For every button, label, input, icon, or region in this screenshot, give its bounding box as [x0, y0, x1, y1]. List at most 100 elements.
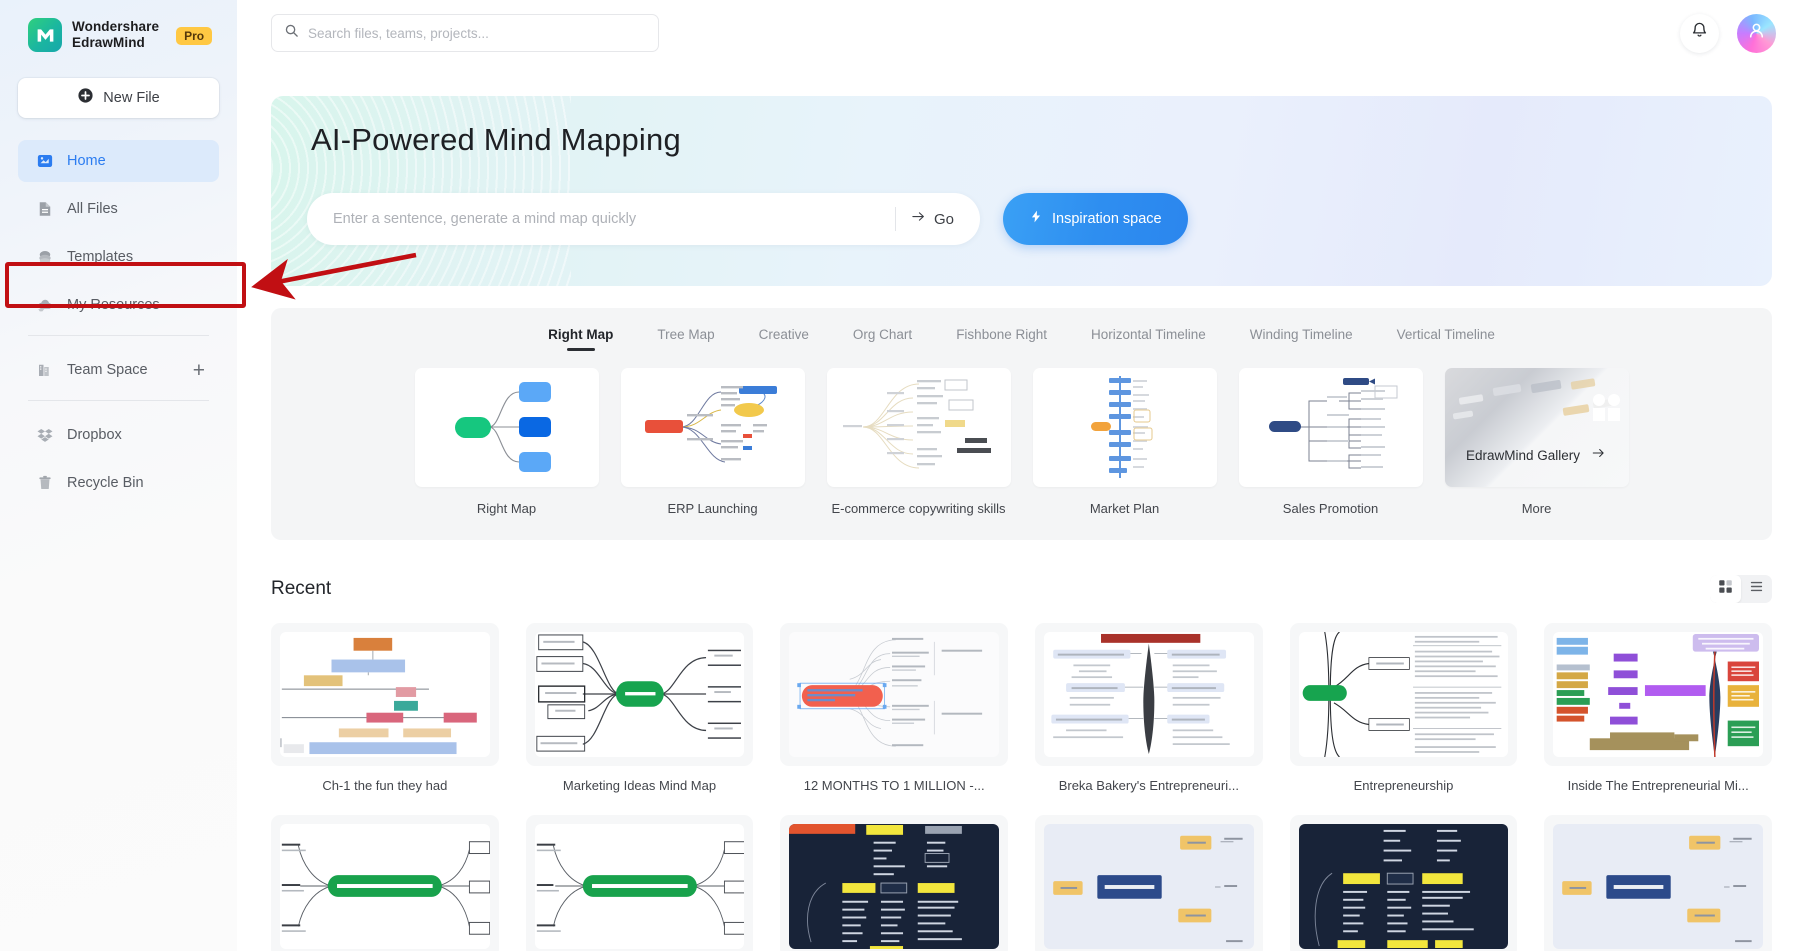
template-tab-winding-timeline[interactable]: Winding Timeline	[1250, 327, 1353, 351]
sidebar-item-templates[interactable]: Templates	[18, 236, 219, 278]
ai-prompt-input[interactable]	[333, 211, 895, 227]
topbar	[237, 0, 1800, 66]
avatar[interactable]	[1737, 13, 1776, 53]
ai-banner-controls: Go Inspiration space	[307, 193, 1188, 245]
template-card-more[interactable]: EdrawMind Gallery More	[1444, 368, 1629, 516]
pro-badge: Pro	[176, 27, 213, 45]
search-input[interactable]	[308, 25, 646, 41]
file-name: Ch-1 the fun they had	[322, 778, 448, 793]
file-name: Breka Bakery's Entrepreneuri...	[1058, 778, 1239, 793]
main-content: AI-Powered Mind Mapping Go	[237, 0, 1800, 951]
mindmap-preview	[280, 632, 490, 757]
grid-view-icon	[1718, 579, 1733, 599]
bell-icon	[1690, 21, 1709, 45]
recent-file-card[interactable]: Inside The Entrepreneurial Mi...	[1544, 623, 1772, 793]
template-card[interactable]: E-commerce copywriting skills	[826, 368, 1011, 516]
template-tab-creative[interactable]: Creative	[759, 327, 809, 351]
brand: Wondershare EdrawMind Pro	[0, 0, 237, 52]
template-tab-right-map[interactable]: Right Map	[548, 327, 613, 351]
sidebar-item-label: Dropbox	[67, 427, 122, 443]
search-icon	[284, 23, 299, 43]
recent-file-card[interactable]: Breka Bakery's Entrepreneuri...	[1035, 623, 1263, 793]
template-thumbnail-gallery: EdrawMind Gallery	[1444, 368, 1629, 487]
notifications-button[interactable]	[1680, 13, 1719, 53]
sidebar-item-home[interactable]: Home	[18, 140, 219, 182]
new-file-container: New File	[0, 52, 237, 118]
file-thumbnail	[271, 815, 499, 951]
sidebar-item-my-resources[interactable]: My Resources	[18, 284, 219, 326]
mindmap-preview	[1044, 824, 1254, 949]
template-card[interactable]: Right Map	[414, 368, 599, 516]
sidebar: Wondershare EdrawMind Pro New File Home …	[0, 0, 237, 951]
add-team-space-button[interactable]: +	[193, 360, 205, 381]
template-card[interactable]: ERP Launching	[620, 368, 805, 516]
inspiration-space-button[interactable]: Inspiration space	[1003, 193, 1188, 245]
sidebar-item-all-files[interactable]: All Files	[18, 188, 219, 230]
trash-icon	[35, 474, 54, 493]
recent-file-card[interactable]	[780, 815, 1008, 951]
recent-file-card[interactable]: Entrepreneurship	[1289, 623, 1518, 793]
template-card[interactable]: Market Plan	[1032, 368, 1217, 516]
view-toggle	[1710, 575, 1772, 603]
ai-banner-title: AI-Powered Mind Mapping	[311, 122, 681, 157]
list-view-button[interactable]	[1741, 575, 1772, 603]
new-file-button[interactable]: New File	[18, 78, 219, 118]
grid-view-button[interactable]	[1710, 575, 1741, 603]
file-thumbnail	[1544, 815, 1772, 951]
new-file-label: New File	[103, 90, 160, 106]
ai-prompt-field[interactable]: Go	[307, 193, 980, 245]
field-divider	[894, 207, 896, 231]
recent-file-card[interactable]	[1289, 815, 1518, 951]
file-thumbnail	[1289, 623, 1518, 766]
sidebar-divider-1	[28, 335, 209, 336]
recent-header: Recent	[271, 575, 1772, 603]
sidebar-item-label: All Files	[67, 201, 118, 217]
template-tab-vertical-timeline[interactable]: Vertical Timeline	[1397, 327, 1495, 351]
gallery-label: EdrawMind Gallery	[1465, 448, 1581, 463]
ai-go-label: Go	[933, 210, 954, 228]
recent-file-card[interactable]	[525, 815, 754, 951]
sidebar-nav: Home All Files Templates My Resources Te…	[0, 118, 237, 504]
mindmap-preview	[1298, 824, 1509, 949]
mindmap-preview	[1044, 632, 1254, 757]
template-name: More	[1521, 501, 1552, 516]
template-name: E-commerce copywriting skills	[831, 501, 1006, 516]
file-name: Marketing Ideas Mind Map	[562, 778, 717, 793]
sidebar-item-label: Recycle Bin	[67, 475, 144, 491]
sidebar-item-label: Home	[67, 153, 106, 169]
sidebar-item-recycle-bin[interactable]: Recycle Bin	[18, 462, 219, 504]
ai-go-button[interactable]: Go	[910, 209, 974, 229]
recent-file-card[interactable]	[1035, 815, 1263, 951]
sidebar-item-team-space[interactable]: Team Space +	[18, 349, 219, 391]
mindmap-preview	[789, 824, 999, 949]
plus-circle-icon	[77, 87, 94, 109]
app-root: Wondershare EdrawMind Pro New File Home …	[0, 0, 1800, 951]
team-space-icon	[35, 361, 54, 380]
file-name: Inside The Entrepreneurial Mi...	[1567, 778, 1749, 793]
recent-file-card[interactable]: Ch-1 the fun they had	[271, 623, 499, 793]
file-thumbnail	[1289, 815, 1518, 951]
recent-file-card[interactable]	[1544, 815, 1772, 951]
search-box[interactable]	[271, 14, 659, 52]
template-thumbnail	[1238, 368, 1423, 487]
files-icon	[35, 200, 54, 219]
template-tab-org-chart[interactable]: Org Chart	[853, 327, 912, 351]
lightning-bolt-icon	[1029, 208, 1043, 230]
inspiration-space-label: Inspiration space	[1052, 211, 1162, 227]
recent-file-card[interactable]: 12 MONTHS TO 1 MILLION -...	[780, 623, 1008, 793]
template-card[interactable]: Sales Promotion	[1238, 368, 1423, 516]
recent-file-card[interactable]	[271, 815, 499, 951]
template-tab-horizontal-timeline[interactable]: Horizontal Timeline	[1091, 327, 1206, 351]
file-name: Entrepreneurship	[1353, 778, 1454, 793]
sidebar-item-dropbox[interactable]: Dropbox	[18, 414, 219, 456]
arrow-right-icon	[910, 209, 927, 229]
template-thumbnail	[414, 368, 599, 487]
template-tab-fishbone-right[interactable]: Fishbone Right	[956, 327, 1047, 351]
recent-file-card[interactable]: Marketing Ideas Mind Map	[525, 623, 754, 793]
template-tab-tree-map[interactable]: Tree Map	[657, 327, 714, 351]
edrawmind-gallery-link[interactable]: EdrawMind Gallery	[1445, 446, 1629, 465]
brand-name-line1: Wondershare	[72, 19, 160, 34]
template-thumbnail	[620, 368, 805, 487]
recent-title: Recent	[271, 578, 332, 599]
file-thumbnail	[780, 623, 1008, 766]
